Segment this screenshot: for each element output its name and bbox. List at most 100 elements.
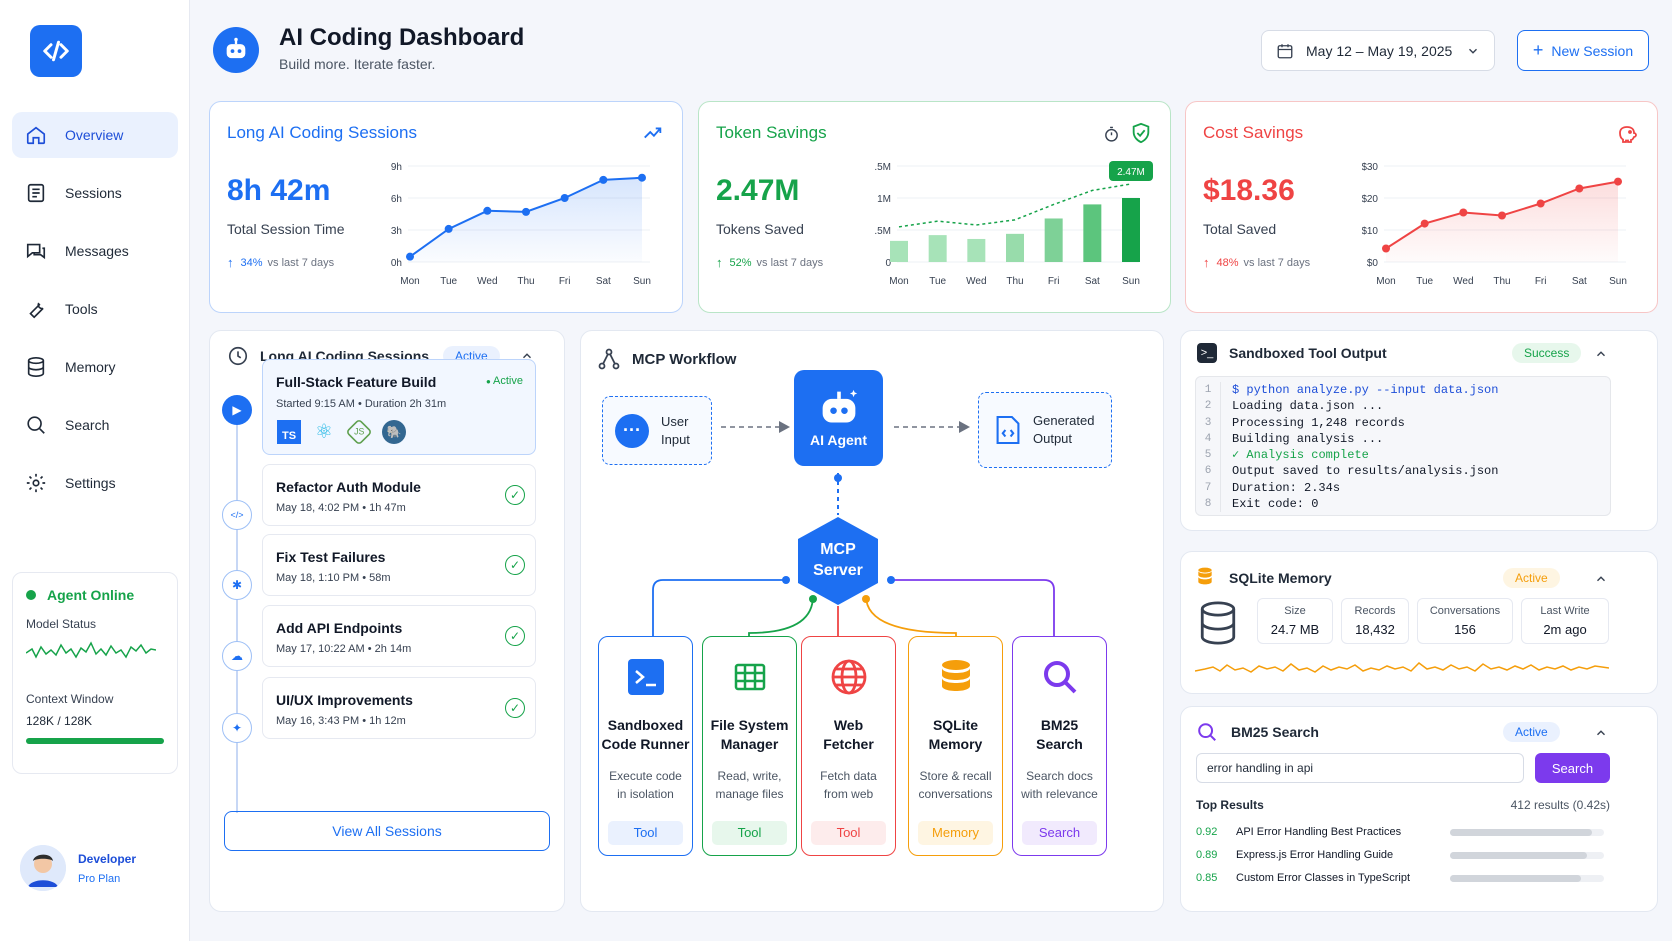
session-item[interactable]: Fix Test Failures May 18, 1:10 PM • 58m ✓ [262,534,536,596]
new-session-button[interactable]: + New Session [1517,30,1649,71]
output-label: Output [1033,431,1073,446]
online-dot-icon [26,590,36,600]
y-tick-label: 1.5M [875,162,891,173]
user-input-node[interactable]: ··· User Input [602,396,712,465]
sidebar-nav: Overview Sessions Messages Tools Memory … [12,112,178,518]
document-icon [27,183,45,203]
code-output: 1 $ python analyze.py --input data.json 2 L… [1195,376,1611,516]
line-number: 5 [1196,447,1221,464]
data-point [1498,211,1506,220]
code-text: Output saved to results/analysis.json [1232,464,1499,479]
sqlite-memory-panel: SQLite Memory Active Size 24.7 MB Records 1… [1180,551,1658,694]
session-item[interactable]: Full-Stack Feature Build ● Active Started … [262,359,536,455]
tech-stack: TS ⚛ JS 🐘 [277,418,406,446]
code-file-icon [996,415,1020,445]
data-point [1459,208,1468,217]
tool-card[interactable]: Sandboxed Code Runner Execute code in isola… [598,636,693,856]
sidebar-item-overview[interactable]: Overview [12,112,178,158]
separator: • [354,398,365,410]
user-profile[interactable]: Developer Pro Plan [20,845,136,891]
tool-card[interactable]: SQLite Memory Store & recall conversations M… [908,636,1003,856]
code-text: Exit code: 0 [1232,497,1319,512]
home-icon [26,126,46,145]
card-title: Cost Savings [1203,123,1304,142]
session-status-text: Active [493,375,523,387]
output-label: Generated [1033,413,1095,428]
react-icon: ⚛ [315,421,333,443]
postgresql-icon: 🐘 [382,420,406,444]
tool-tag: Tool [712,821,787,845]
stat-label: Size [1284,605,1306,617]
tool-description: Search docs [1026,769,1093,783]
view-all-sessions-button[interactable]: View All Sessions [224,811,550,851]
sidebar-item-memory[interactable]: Memory [12,344,178,390]
bug-icon: ✱ [222,570,252,600]
kpi-chart: $30 $20 $10 $0 Mon Tue Wed Thu Fri Sat Sun [1362,162,1627,287]
date-range-picker[interactable]: May 12 – May 19, 2025 [1261,30,1495,71]
kpi-label: Total Saved [1203,221,1277,237]
kpi-change: ↑ 48% vs last 7 days [1203,255,1310,270]
tool-card[interactable]: File System Manager Read, write, manage fil… [702,636,797,856]
sidebar-item-sessions[interactable]: Sessions [12,170,178,216]
sidebar-item-tools[interactable]: Tools [12,286,178,332]
database-icon [1198,567,1212,585]
ai-agent-label: AI Agent [809,432,868,448]
sidebar-item-search[interactable]: Search [12,402,178,448]
sidebar-item-settings[interactable]: Settings [12,460,178,506]
chevron-up-icon[interactable] [1594,572,1608,586]
kpi-change: ↑ 52% vs last 7 days [716,255,823,270]
agent-status-card: Agent Online Model Status Context Window… [12,572,178,774]
app-logo[interactable] [30,25,82,77]
code-line: 3 Processing 1,248 records [1196,414,1610,431]
ai-agent-node[interactable]: AI Agent [794,370,883,466]
search-result[interactable]: 0.85 Custom Error Classes in TypeScript [1196,869,1616,887]
kpi-change-suffix: vs last 7 days [1243,256,1311,269]
user-input-label: Input [661,431,690,447]
x-tick-label: Sat [1085,276,1100,287]
model-status-label: Model Status [26,617,97,631]
tool-card[interactable]: BM25 Search Search docs with relevance Searc… [1012,636,1107,856]
session-item[interactable]: Add API Endpoints May 17, 10:22 AM • 2h 1… [262,605,536,667]
session-date: May 17, 10:22 AM [276,643,365,655]
code-text: ✓ Analysis complete [1232,448,1369,463]
line-number: 2 [1196,398,1221,415]
tool-tag: Memory [918,821,993,845]
search-input[interactable] [1196,753,1524,783]
separator: • [359,715,370,727]
code-line: 8 Exit code: 0 [1196,496,1610,513]
sidebar-item-label: Overview [65,127,124,143]
kpi-change-percent: 52% [729,256,752,269]
tool-card[interactable]: Web Fetcher Fetch data from web Tool [801,636,896,856]
session-meta: May 18, 4:02 PM • 1h 47m [276,502,406,514]
bm25-title: BM25 Search [1231,724,1319,740]
page-title: AI Coding Dashboard [279,24,525,51]
sidebar-item-messages[interactable]: Messages [12,228,178,274]
play-icon: ▶ [222,395,252,425]
kpi-change-percent: 48% [1216,256,1239,269]
x-tick-label: Thu [517,276,534,287]
search-result[interactable]: 0.92 API Error Handling Best Practices [1196,823,1616,841]
x-tick-label: Sun [1122,276,1140,287]
bar [928,235,947,262]
x-tick-label: Sun [1609,276,1627,287]
mcp-server-node[interactable]: MCP Server [792,515,884,607]
generated-output-node[interactable]: Generated Output [978,392,1112,468]
chevron-up-icon[interactable] [1594,347,1608,361]
session-item[interactable]: Refactor Auth Module May 18, 4:02 PM • 1h… [262,464,536,526]
typescript-icon: TS [277,420,301,444]
code-text: Building analysis ... [1232,431,1384,446]
chevron-up-icon[interactable] [1594,726,1608,740]
card-title: Long AI Coding Sessions [227,123,417,142]
sidebar-item-label: Sessions [65,185,122,201]
y-tick-label: 0.5M [875,226,891,237]
database-large-icon [1200,601,1236,645]
search-result[interactable]: 0.89 Express.js Error Handling Guide [1196,846,1616,864]
code-line: 1 $ python analyze.py --input data.json [1196,382,1610,399]
tool-name: Fetcher [823,736,874,752]
session-time-card: Long AI Coding Sessions 8h 42m Total Sessi… [209,101,683,313]
sandbox-output-panel: >_ Sandboxed Tool Output Success 1 $ pyth… [1180,330,1658,531]
separator: • [359,502,370,514]
avatar-image [20,845,66,891]
session-item[interactable]: UI/UX Improvements May 16, 3:43 PM • 1h 1… [262,677,536,739]
search-button[interactable]: Search [1535,753,1610,783]
